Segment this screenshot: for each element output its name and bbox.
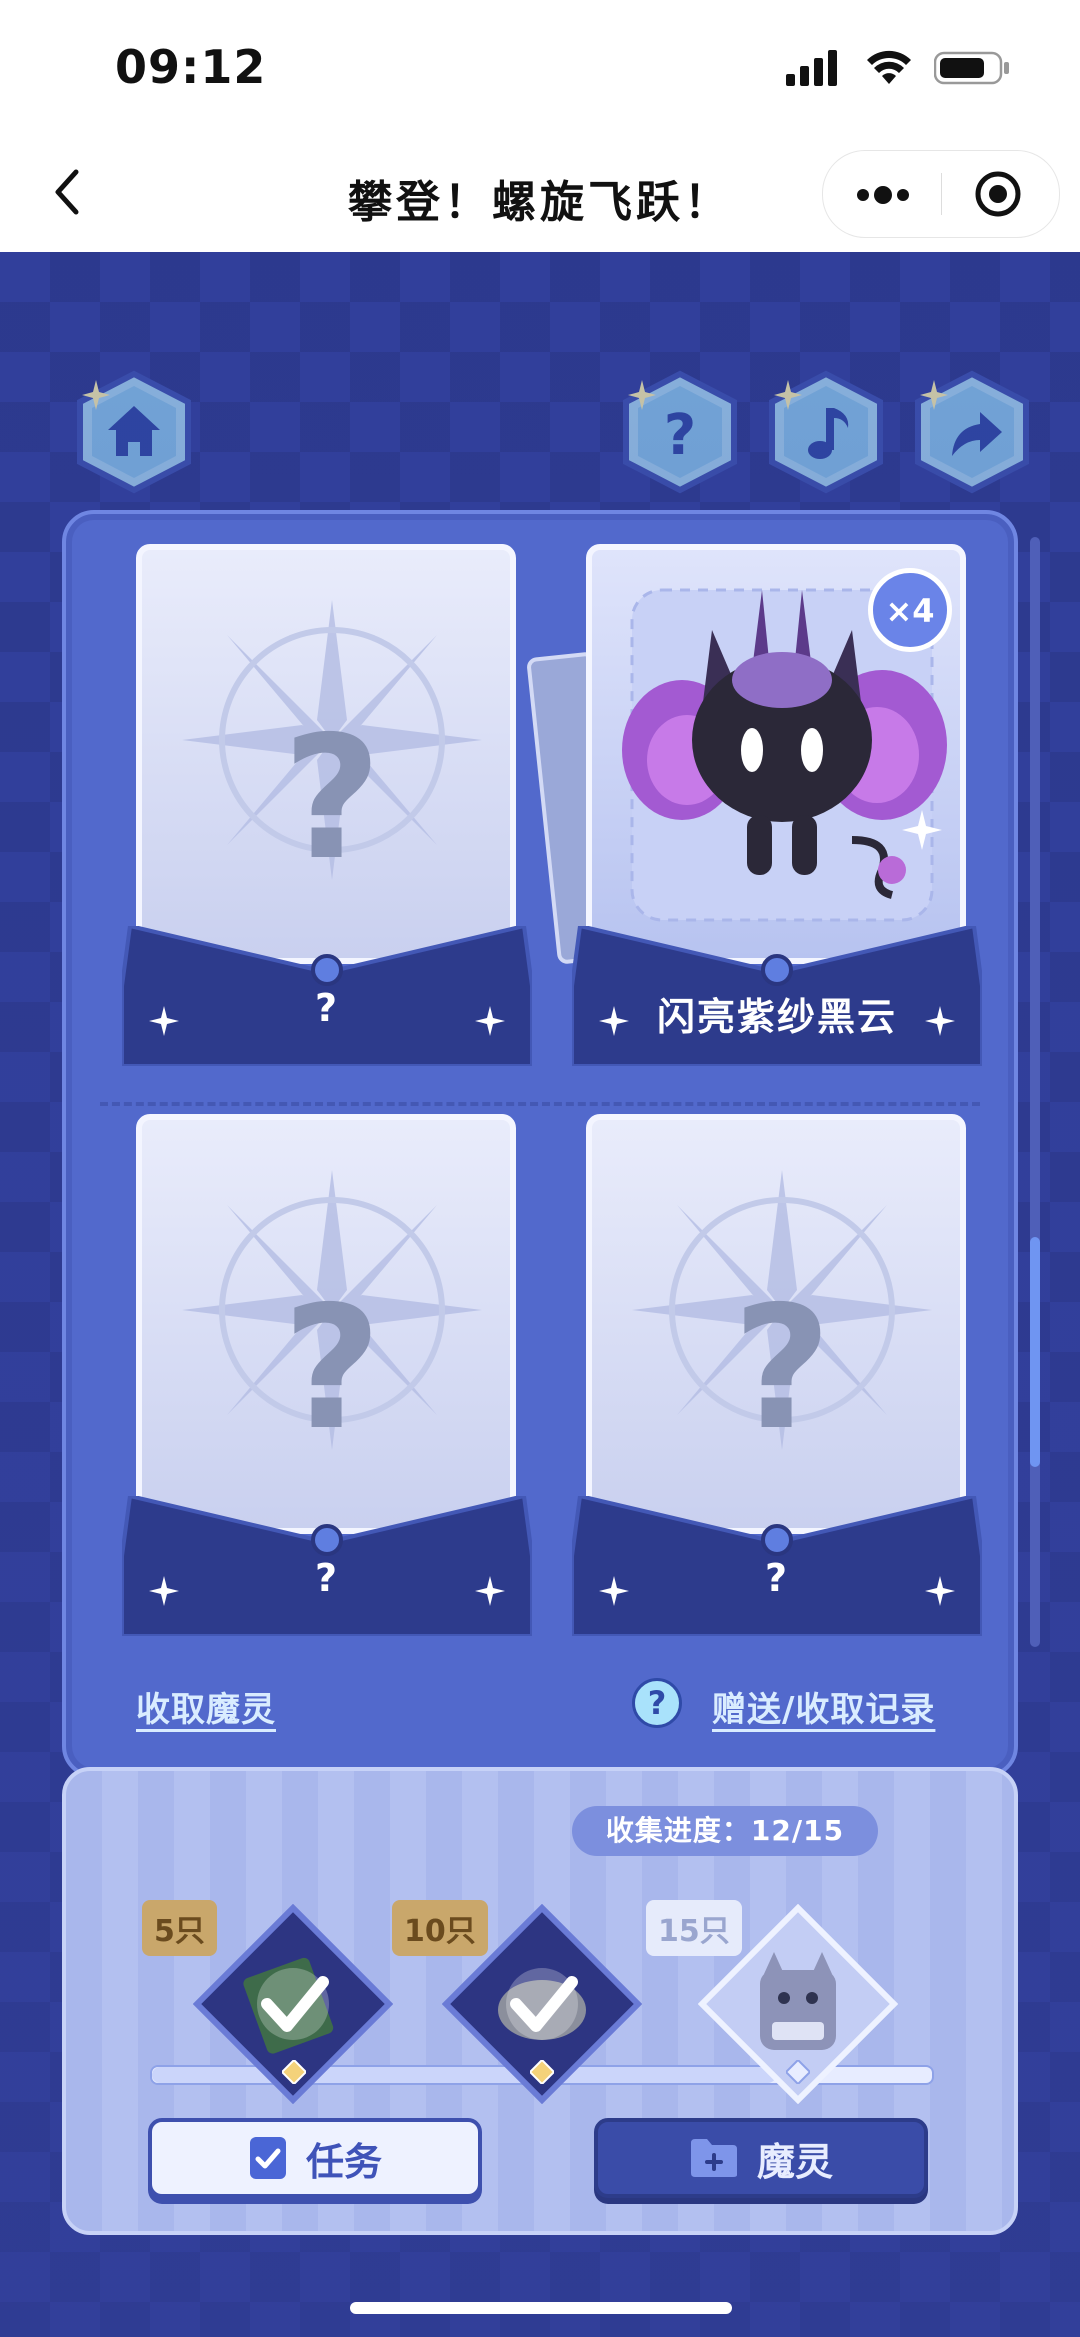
battery-icon	[934, 51, 1009, 85]
milestone-label: 5只	[142, 1900, 217, 1956]
status-icons	[786, 50, 1010, 86]
nav-bar: 攀登！螺旋飞跃！	[0, 140, 1080, 252]
pet-button-label: 魔灵	[756, 2139, 833, 2184]
progress-label: 收集进度：	[605, 1814, 751, 1847]
unknown-question-mark: ?	[732, 1270, 832, 1468]
progress-badge: 收集进度：12/15	[572, 1806, 878, 1856]
collect-pet-link[interactable]: 收取魔灵	[136, 1682, 276, 1731]
mini-program-capsule	[822, 150, 1060, 238]
scroll-thumb[interactable]	[1030, 1237, 1040, 1467]
card-label: ?	[764, 1556, 790, 1600]
question-icon: ?	[664, 403, 696, 468]
card-face: ?	[136, 1114, 516, 1534]
folder-icon	[690, 2139, 737, 2177]
task-button-label: 任务	[305, 2139, 382, 2184]
track-marker-15	[786, 2060, 810, 2084]
gift-records-link[interactable]: 赠送/收取记录	[712, 1682, 935, 1731]
game-area: ? ? ? ×4 闪亮紫纱黑云 ? ? ? ? 收取魔灵 ? 赠送/收取记录 收…	[0, 252, 1080, 2337]
signal-icon	[786, 50, 837, 86]
card-slot-4[interactable]: ? ?	[572, 1114, 982, 1636]
card-face: ?	[586, 1114, 966, 1534]
scrollbar[interactable]	[1030, 537, 1040, 1647]
card-label: ?	[314, 1556, 340, 1600]
unknown-question-mark: ?	[282, 1270, 382, 1468]
music-button[interactable]	[764, 370, 888, 494]
count-badge: ×4	[868, 568, 952, 652]
task-button[interactable]: 任务	[148, 2118, 482, 2198]
wifi-icon	[867, 50, 911, 84]
card-slot-1[interactable]: ? ?	[122, 544, 532, 1066]
status-time: 09:12	[115, 40, 267, 94]
task-document-icon	[249, 2137, 286, 2179]
share-button[interactable]	[910, 370, 1034, 494]
home-button[interactable]	[72, 370, 196, 494]
records-help-icon[interactable]: ?	[632, 1678, 682, 1728]
milestone-label: 15只	[646, 1900, 742, 1956]
status-bar: 09:12	[0, 0, 1080, 140]
unknown-question-mark: ?	[282, 700, 382, 898]
pet-button[interactable]: 魔灵	[594, 2118, 928, 2198]
card-row-divider	[100, 1102, 980, 1106]
milestone-label: 10只	[392, 1900, 488, 1956]
card-slot-2[interactable]: ×4 闪亮紫纱黑云	[526, 544, 982, 1066]
track-marker-5	[282, 2060, 306, 2084]
progress-value: 12/15	[750, 1814, 845, 1847]
more-icon[interactable]	[853, 175, 913, 215]
card-face: ?	[136, 544, 516, 964]
card-face: ×4	[586, 544, 966, 964]
home-indicator	[350, 2302, 732, 2314]
card-slot-3[interactable]: ? ?	[122, 1114, 532, 1636]
card-label: ?	[314, 986, 340, 1030]
capsule-divider	[941, 173, 942, 215]
close-miniprogram-icon[interactable]	[973, 169, 1023, 219]
help-button[interactable]: ?	[618, 370, 742, 494]
card-label: 闪亮紫纱黑云	[656, 995, 897, 1039]
track-marker-10	[530, 2060, 554, 2084]
